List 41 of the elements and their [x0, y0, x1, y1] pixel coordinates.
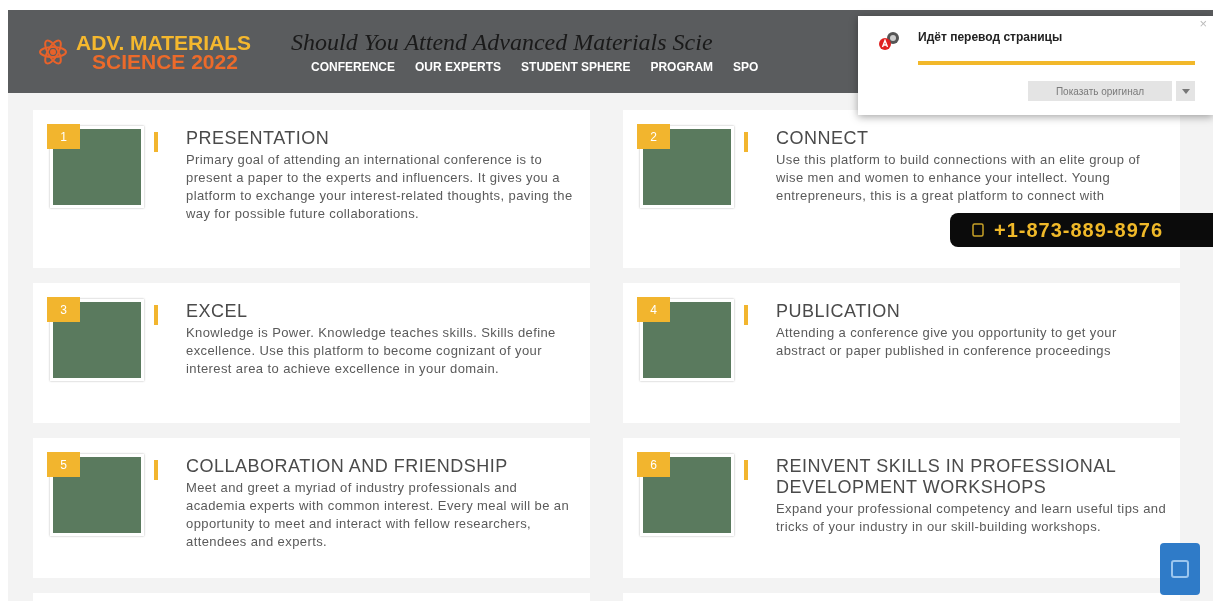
- accent-bar: [744, 305, 748, 325]
- phone-icon: [972, 223, 984, 237]
- card-title: REINVENT SKILLS IN PROFESSIONAL DEVELOPMENT WORKSHOPS: [776, 456, 1117, 498]
- nav-link[interactable]: PROGRAM: [650, 57, 714, 76]
- nav-link[interactable]: OUR EXPERTS: [415, 57, 502, 76]
- accent-bar: [154, 132, 158, 152]
- card-title: PRESENTATION: [186, 128, 331, 149]
- card-title: CONNECT: [776, 128, 870, 149]
- translate-icon: [878, 30, 902, 52]
- square-icon: [1171, 560, 1189, 578]
- nav-link[interactable]: SPO: [733, 57, 759, 76]
- number-badge: 1: [47, 124, 80, 149]
- accent-bar: [744, 132, 748, 152]
- card-text: Knowledge is Power. Knowledge teaches skills. Skills define excellence. Use this platform to become cognizant of your interest area to achieve excellence in your domain.: [186, 324, 557, 378]
- phone-badge[interactable]: +1-873-889-8976: [950, 213, 1213, 247]
- accent-bar: [154, 305, 158, 325]
- card-text: Expand your professional competency and learn useful tips and tricks of your industry in our skill-building workshops.: [776, 500, 1168, 536]
- nav-link[interactable]: CONFERENCE: [311, 57, 396, 76]
- number-badge: 4: [637, 297, 670, 322]
- nav-link[interactable]: STUDENT SPHERE: [521, 57, 631, 76]
- card-text: Primary goal of attending an international conference is to present a paper to the experts and influencers. It gives you a platform to exchange your interest-related thoughts, paving the way for possible future collaborations.: [186, 151, 574, 223]
- card-text: Use this platform to build connections with an elite group of wise men and women to enhance your intellect. Young entrepreneurs, this is a great platform to connect with: [776, 151, 1142, 205]
- number-badge: 3: [47, 297, 80, 322]
- card-title: EXCEL: [186, 301, 249, 322]
- chat-button[interactable]: [1160, 543, 1200, 595]
- number-badge: 5: [47, 452, 80, 477]
- accent-bar: [154, 460, 158, 480]
- phone-number: +1-873-889-8976: [994, 218, 1163, 243]
- accent-bar: [744, 460, 748, 480]
- number-badge: 2: [637, 124, 670, 149]
- card-title: PUBLICATION: [776, 301, 902, 322]
- dropdown-button[interactable]: [1176, 81, 1195, 101]
- popup-title: Идёт перевод страницы: [918, 29, 1063, 46]
- card-text: Attending a conference give you opportunity to get your abstract or paper published in conference proceedings: [776, 324, 1118, 360]
- logo-text: ADV. MATERIALS: [76, 32, 251, 52]
- logo-text: SCIENCE 2022: [92, 51, 238, 71]
- number-badge: 6: [637, 452, 670, 477]
- card-title: COLLABORATION AND FRIENDSHIP: [186, 456, 509, 477]
- atom-icon: [38, 36, 68, 67]
- tagline: Should You Attend Advanced Materials Scie: [291, 27, 714, 56]
- card-text: Meet and greet a myriad of industry professionals and academia experts with common interest. Every meal will be an opportunity to meet and interact with fellow researchers, attendees and experts.: [186, 479, 571, 551]
